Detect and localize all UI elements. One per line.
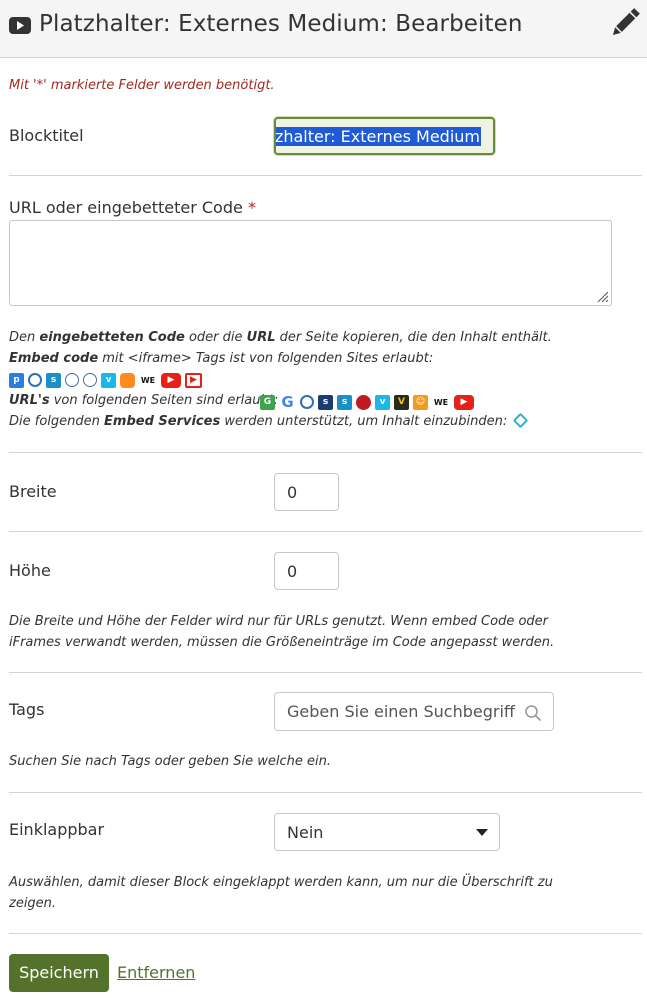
vimeo-icon: v — [375, 394, 390, 410]
required-marker: * — [247, 198, 256, 217]
tags-label: Tags — [9, 700, 45, 719]
embed-sites-icons: p s v WE ▶ ▶ — [9, 371, 206, 389]
tags-help: Suchen Sie nach Tags oder geben Sie welc… — [9, 754, 331, 769]
voki-icon — [120, 372, 135, 388]
blocktitle-label: Blocktitel — [9, 126, 84, 145]
help-text: Den — [9, 330, 40, 345]
vimeo-icon: v — [101, 372, 116, 388]
youtube-icon: ▶ — [185, 372, 202, 388]
resize-grip-icon[interactable] — [597, 291, 609, 303]
youtube-icon: ▶ — [161, 372, 181, 388]
size-help-1: Die Breite und Höhe der Felder wird nur … — [9, 614, 549, 629]
collapsible-select[interactable]: Nein — [274, 813, 500, 851]
url-label-text: URL oder eingebetteter Code — [9, 198, 243, 217]
collapsible-value: Nein — [287, 823, 324, 842]
help-bold: Embed Services — [104, 414, 221, 429]
collapsible-help-2: zeigen. — [9, 896, 57, 911]
prezi-icon — [300, 395, 314, 409]
wikieducator-icon: WE — [139, 372, 157, 388]
help-bold: URL — [246, 330, 276, 345]
url-textarea[interactable] — [9, 220, 612, 306]
globe-icon — [83, 373, 97, 387]
globe-icon — [65, 373, 79, 387]
google-icon: G — [279, 394, 296, 410]
pencil-icon[interactable] — [608, 6, 642, 40]
help-text: mit <iframe> Tags ist von folgenden Site… — [98, 351, 434, 366]
width-label: Breite — [9, 482, 57, 501]
help-bold: eingebetteten Code — [39, 330, 185, 345]
tags-search-input[interactable]: Geben Sie einen Suchbegriff ein — [274, 692, 554, 731]
help-text: Die folgenden — [9, 414, 105, 429]
page-title: Platzhalter: Externes Medium: Bearbeiten — [39, 11, 523, 37]
save-button[interactable]: Speichern — [9, 954, 109, 992]
tags-placeholder: Geben Sie einen Suchbegriff ein — [287, 702, 521, 721]
width-input[interactable]: 0 — [274, 473, 339, 511]
modal-header: Platzhalter: Externes Medium: Bearbeiten — [0, 0, 647, 58]
collapsible-label: Einklappbar — [9, 820, 105, 839]
slideshare-icon: s — [337, 394, 352, 410]
help-text: werden unterstützt, um Inhalt einzubinde… — [220, 414, 508, 429]
divider — [9, 175, 642, 176]
help-text: der Seite kopieren, die den Inhalt enthä… — [275, 330, 552, 345]
divider — [9, 531, 642, 532]
help-line-5: Die folgenden Embed Services werden unte… — [9, 411, 530, 432]
help-bold: URL's — [9, 393, 50, 408]
padlet-icon: p — [9, 372, 24, 388]
caret-down-icon — [476, 829, 488, 836]
slideshare-icon: s — [46, 372, 61, 388]
divider — [9, 672, 642, 673]
height-input[interactable]: 0 — [274, 552, 339, 590]
embedly-icon — [513, 412, 529, 429]
required-note: Mit '*' markierte Felder werden benötigt… — [9, 78, 275, 93]
help-line-1: Den eingebetteten Code oder die URL der … — [9, 327, 552, 348]
scivee-icon: s — [318, 394, 333, 410]
youtube-icon — [9, 17, 31, 34]
youtube-icon: ▶ — [454, 394, 474, 410]
teachertube-icon — [356, 394, 371, 410]
help-text: von folgenden Seiten sind erlaubt: — [49, 393, 279, 408]
prezi-icon — [28, 373, 42, 387]
remove-link[interactable]: Entfernen — [117, 963, 195, 982]
help-line-4: URL's von folgenden Seiten sind erlaubt: — [9, 390, 278, 411]
divider — [9, 933, 642, 934]
glogster-icon: G — [260, 394, 275, 410]
help-text: oder die — [184, 330, 247, 345]
blocktitle-input[interactable]: zhalter: Externes Medium — [274, 117, 495, 155]
url-label: URL oder eingebetteter Code * — [9, 198, 256, 217]
voicethread-icon: V — [394, 394, 409, 410]
size-help-2: iFrames verwandt werden, müssen die Größ… — [9, 635, 555, 650]
height-label: Höhe — [9, 561, 51, 580]
divider — [9, 452, 642, 453]
url-sites-icons: G G s s v V ☺ WE ▶ — [260, 393, 478, 411]
help-line-2: Embed code mit <iframe> Tags ist von fol… — [9, 348, 433, 369]
divider — [9, 792, 642, 793]
collapsible-help-1: Auswählen, damit dieser Block eingeklapp… — [9, 875, 553, 890]
we-icon: WE — [432, 394, 450, 410]
wikieducator-icon: ☺ — [413, 394, 428, 410]
blocktitle-value: zhalter: Externes Medium — [274, 127, 481, 146]
help-bold: Embed code — [9, 351, 99, 366]
search-icon[interactable] — [524, 704, 542, 722]
